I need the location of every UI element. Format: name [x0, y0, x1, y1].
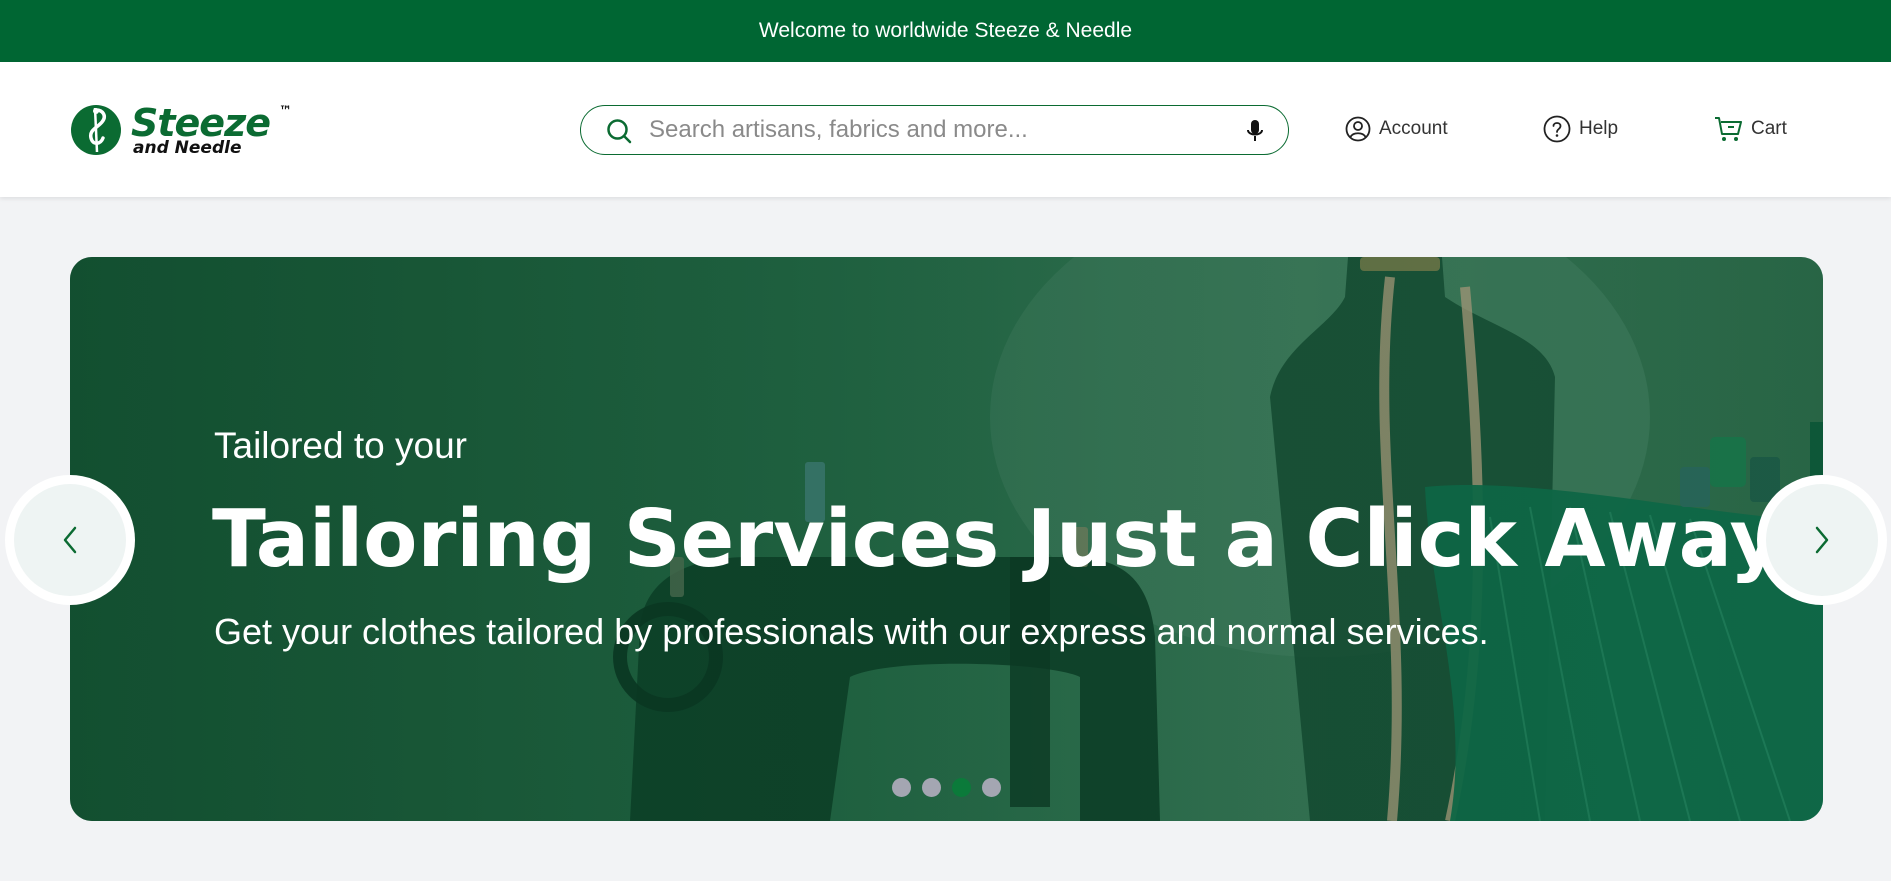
user-circle-icon: [1345, 116, 1371, 142]
search-bar[interactable]: [580, 105, 1289, 155]
hero-title: Tailoring Services Just a Click Away: [212, 493, 1781, 585]
logo-wordmark: Steeze: [131, 101, 271, 145]
nav-account-label: Account: [1379, 118, 1448, 139]
nav-help-label: Help: [1579, 118, 1619, 139]
chevron-left-icon: [63, 526, 77, 554]
hero-eyebrow: Tailored to your: [214, 425, 467, 466]
search-input[interactable]: [649, 114, 1209, 146]
hero-carousel: Tailored to your Tailoring Services Just…: [70, 257, 1823, 821]
nav-cart[interactable]: Cart: [1713, 114, 1787, 144]
nav-cart-label: Cart: [1751, 118, 1787, 139]
carousel-dot-3[interactable]: [952, 778, 971, 797]
carousel-next-button[interactable]: [1757, 475, 1887, 605]
question-circle-icon: [1543, 115, 1571, 143]
carousel-prev-button[interactable]: [5, 475, 135, 605]
carousel-dot-2[interactable]: [922, 778, 941, 797]
cart-icon: [1715, 117, 1742, 141]
announcement-text: Welcome to worldwide Steeze & Needle: [758, 19, 1133, 42]
logo-mark-icon: [71, 105, 121, 155]
carousel-next-inner: [1766, 484, 1878, 596]
logo-subtitle: and Needle: [133, 138, 242, 158]
nav-account[interactable]: Account: [1345, 114, 1448, 144]
carousel-dot-1[interactable]: [892, 778, 911, 797]
logo-trademark: ™: [279, 104, 292, 119]
carousel-prev-inner: [14, 484, 126, 596]
microphone-icon[interactable]: [1245, 118, 1265, 144]
carousel-indicators: [892, 778, 1001, 797]
search-icon[interactable]: [606, 118, 632, 144]
logo[interactable]: Steeze ™ and Needle: [69, 102, 299, 160]
chevron-right-icon: [1815, 526, 1829, 554]
hero-subtitle: Get your clothes tailored by professiona…: [214, 611, 1489, 652]
nav-help[interactable]: Help: [1543, 114, 1618, 144]
carousel-dot-4[interactable]: [982, 778, 1001, 797]
announcement-bar: Welcome to worldwide Steeze & Needle: [0, 0, 1891, 62]
